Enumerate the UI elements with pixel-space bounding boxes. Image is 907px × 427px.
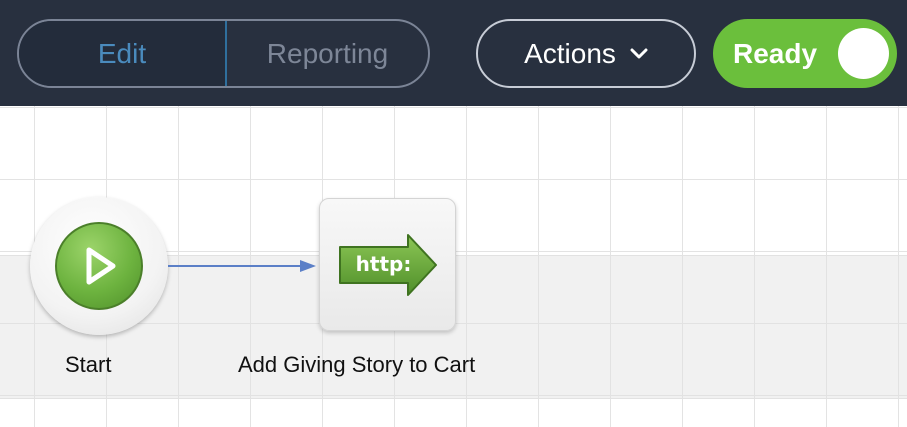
connector-arrow (168, 260, 316, 272)
play-icon (55, 222, 143, 310)
tab-edit[interactable]: Edit (19, 21, 227, 86)
actions-label: Actions (524, 37, 616, 69)
http-icon-text: http: (355, 251, 412, 276)
tab-reporting-label: Reporting (266, 37, 389, 69)
flow-canvas[interactable]: http: Start Add Giving Story to Cart (0, 106, 907, 427)
chevron-down-icon (630, 48, 648, 60)
ready-label: Ready (733, 37, 818, 69)
tab-edit-label: Edit (97, 37, 147, 69)
start-node[interactable] (30, 197, 168, 335)
ready-toggle[interactable]: Ready (713, 19, 897, 88)
toggle-knob (838, 28, 889, 79)
http-arrow-icon: http: (338, 233, 438, 297)
http-node-label: Add Giving Story to Cart (238, 352, 476, 377)
actions-dropdown-button[interactable]: Actions (476, 19, 696, 88)
tab-reporting[interactable]: Reporting (227, 21, 428, 86)
top-toolbar: Edit Reporting Actions Ready (0, 0, 907, 106)
start-node-label: Start (65, 352, 112, 377)
mode-switcher: Edit Reporting (17, 19, 430, 88)
http-request-node[interactable]: http: (319, 198, 456, 331)
